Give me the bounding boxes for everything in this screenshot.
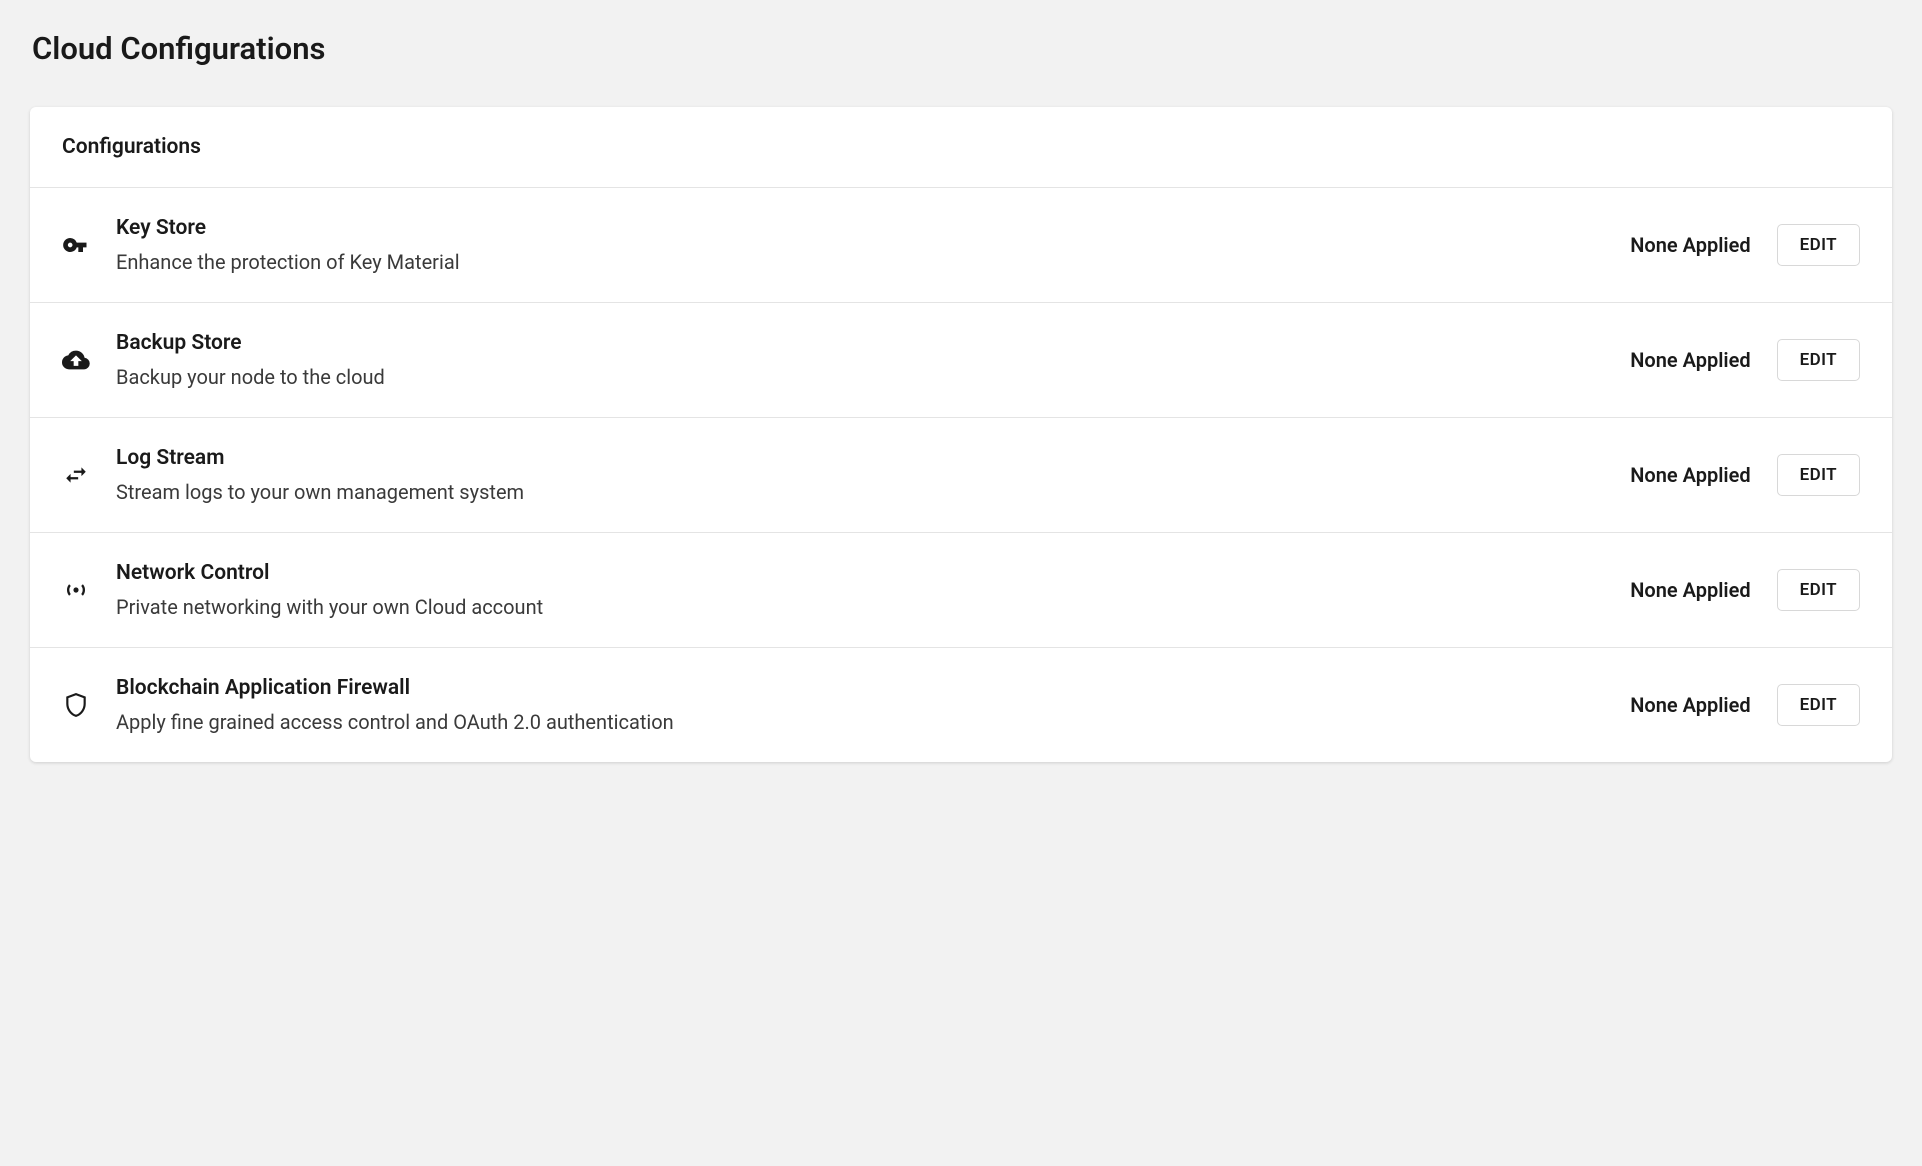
key-icon xyxy=(62,231,90,259)
configurations-card: Configurations Key Store Enhance the pro… xyxy=(30,107,1892,762)
row-status: None Applied xyxy=(1630,693,1750,717)
edit-button[interactable]: EDIT xyxy=(1777,224,1860,266)
row-status: None Applied xyxy=(1630,233,1750,257)
edit-button[interactable]: EDIT xyxy=(1777,684,1860,726)
row-description: Apply fine grained access control and OA… xyxy=(116,710,1604,734)
edit-button[interactable]: EDIT xyxy=(1777,569,1860,611)
row-status: None Applied xyxy=(1630,348,1750,372)
row-title: Blockchain Application Firewall xyxy=(116,676,1604,700)
row-title: Key Store xyxy=(116,216,1604,240)
row-description: Enhance the protection of Key Material xyxy=(116,250,1604,274)
shield-icon xyxy=(62,692,90,718)
row-description: Stream logs to your own management syste… xyxy=(116,480,1604,504)
swap-icon xyxy=(62,462,90,488)
cloud-upload-icon xyxy=(62,345,90,375)
edit-button[interactable]: EDIT xyxy=(1777,454,1860,496)
edit-button[interactable]: EDIT xyxy=(1777,339,1860,381)
card-header: Configurations xyxy=(30,107,1892,187)
page-title: Cloud Configurations xyxy=(32,30,1892,67)
config-row-network-control: Network Control Private networking with … xyxy=(30,532,1892,647)
config-row-key-store: Key Store Enhance the protection of Key … xyxy=(30,187,1892,302)
row-description: Backup your node to the cloud xyxy=(116,365,1604,389)
network-icon xyxy=(62,576,90,604)
config-row-backup-store: Backup Store Backup your node to the clo… xyxy=(30,302,1892,417)
row-description: Private networking with your own Cloud a… xyxy=(116,595,1604,619)
row-title: Backup Store xyxy=(116,331,1604,355)
row-status: None Applied xyxy=(1630,578,1750,602)
config-row-blockchain-application-firewall: Blockchain Application Firewall Apply fi… xyxy=(30,647,1892,762)
row-title: Log Stream xyxy=(116,446,1604,470)
config-row-log-stream: Log Stream Stream logs to your own manag… xyxy=(30,417,1892,532)
row-title: Network Control xyxy=(116,561,1604,585)
row-status: None Applied xyxy=(1630,463,1750,487)
